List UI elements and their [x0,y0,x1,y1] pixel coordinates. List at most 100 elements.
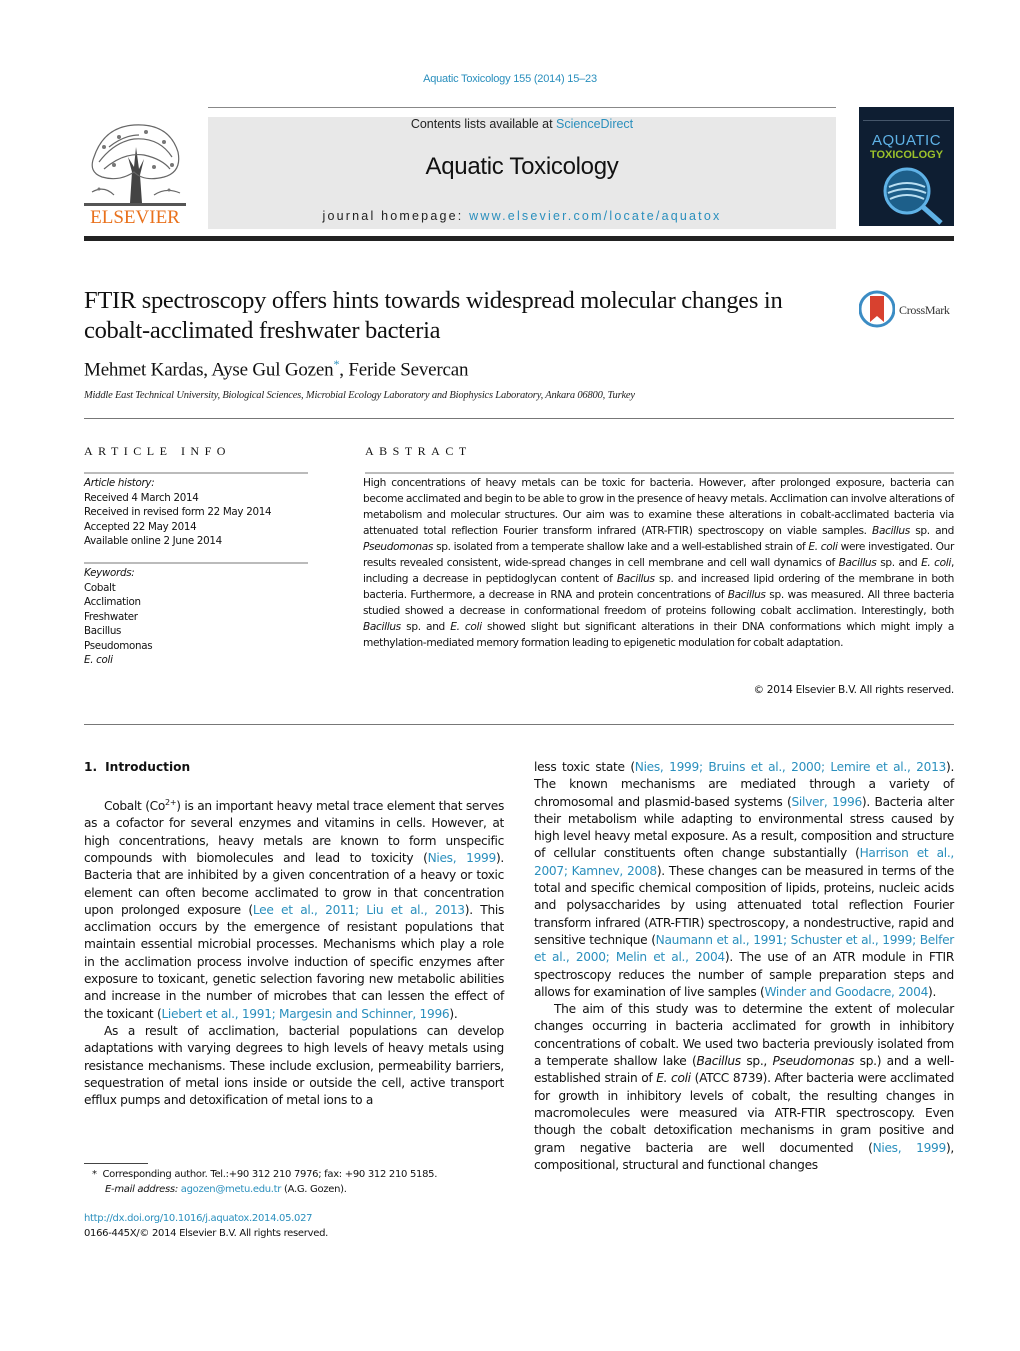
species-name: Pseudomonas [772,1054,855,1069]
history-item: Available online 2 June 2014 [84,535,222,547]
section-heading-introduction: 1. Introduction [84,760,198,774]
text-run: As a result of acclimation, bacterial po… [84,1023,504,1108]
doi-block: http://dx.doi.org/10.1016/j.aquatox.2014… [84,1211,328,1241]
species-name: E. coli [921,557,951,569]
text-run: ). [928,984,937,999]
divider [84,418,954,419]
homepage-line: journal homepage: www.elsevier.com/locat… [208,209,836,223]
text-run: sp. and [909,525,954,537]
species-name: Pseudomonas [363,541,434,553]
history-item: Received 4 March 2014 [84,491,199,504]
author-email-link[interactable]: agozen@metu.edu.tr [181,1184,282,1195]
elsevier-logo[interactable]: ELSEVIER [84,117,186,229]
body-paragraph: Cobalt (Co2+) is an important heavy meta… [84,794,504,1023]
author-name[interactable]: Mehmet Kardas [84,359,203,380]
species-name: E. coli [450,621,482,633]
journal-citation-link[interactable]: Aquatic Toxicology 155 (2014) 15–23 [0,73,1020,85]
species-name: Bacillus [616,573,655,585]
author-name[interactable]: Ayse Gul Gozen [211,359,333,380]
cover-title-aquatic: AQUATIC [871,132,942,149]
citation-link[interactable]: Liebert et al., 1991; Margesin and Schin… [161,1007,449,1021]
keyword: Pseudomonas [84,639,153,652]
author-name[interactable]: Feride Severcan [348,359,468,380]
body-column-left: Cobalt (Co2+) is an important heavy meta… [84,794,504,1109]
cover-header-strip [863,111,950,121]
text-run: ). This acclimation occurs by the emerge… [84,902,505,1021]
text-run: sp. and [876,557,922,569]
text-run: Cobalt (Co [104,799,166,814]
article-title: FTIR spectroscopy offers hints towards w… [84,287,783,344]
abstract-heading: ABSTRACT [365,444,472,458]
abstract-copyright: © 2014 Elsevier B.V. All rights reserved… [753,684,954,696]
email-label: E-mail address: [105,1184,181,1195]
keyword: Bacillus [84,625,122,637]
citation-link[interactable]: Nies, 1999 [873,1141,947,1155]
abstract-text: High concentrations of heavy metals can … [363,475,954,651]
citation-link[interactable]: Winder and Goodacre, 2004 [764,985,928,999]
citation-link[interactable]: Silver, 1996 [792,795,863,809]
history-label: Article history: [84,477,155,489]
doi-link[interactable]: http://dx.doi.org/10.1016/j.aquatox.2014… [84,1211,328,1226]
homepage-link[interactable]: www.elsevier.com/locate/aquatox [469,209,721,223]
section-number: 1. [84,760,98,774]
crossmark-label: CrossMark [899,303,950,317]
header-rule [208,107,836,108]
text-run: ). [449,1006,458,1021]
affiliation: Middle East Technical University, Biolog… [84,390,635,401]
cover-title-toxicology: TOXICOLOGY [869,149,944,161]
author-separator: , [339,359,349,381]
sciencedirect-link[interactable]: ScienceDirect [556,117,633,131]
citation-link[interactable]: Nies, 1999 [428,851,497,865]
email-suffix: (A.G. Gozen). [281,1184,347,1195]
magnifier-icon [883,167,943,225]
text-run: less toxic state ( [534,760,635,774]
homepage-label: journal homepage: [322,209,470,223]
text-run: High concentrations of heavy metals can … [363,477,954,537]
author-list: Mehmet Kardas, Ayse Gul Gozen*, Feride S… [84,357,468,381]
journal-title: Aquatic Toxicology [425,153,619,180]
body-paragraph: As a result of acclimation, bacterial po… [84,1023,504,1109]
divider [84,472,308,474]
journal-cover-image[interactable]: AQUATIC TOXICOLOGY [859,107,954,226]
body-column-right: less toxic state (Nies, 1999; Bruins et … [534,759,954,1174]
keywords-label: Keywords: [84,567,135,579]
species-name: Bacillus [872,525,910,537]
section-title: Introduction [105,760,191,774]
superscript: 2+ [165,798,177,807]
footnote-mark: * [92,1169,97,1180]
contents-line: Contents lists available at ScienceDirec… [208,117,836,131]
text-run: sp. isolated from a temperate shallow la… [433,541,809,553]
journal-masthead: Contents lists available at ScienceDirec… [208,117,836,229]
keyword: Cobalt [84,581,116,594]
keyword: Acclimation [84,596,141,608]
body-paragraph: less toxic state (Nies, 1999; Bruins et … [534,759,954,1001]
crossmark-icon [858,290,896,328]
crossmark-badge[interactable]: CrossMark [858,290,959,330]
divider [365,472,954,474]
citation-link[interactable]: Nies, 1999; Bruins et al., 2000; Lemire … [635,760,947,774]
elsevier-tree-icon [84,124,186,206]
corresponding-author-footnote: * Corresponding author. Tel.:+90 312 210… [92,1167,437,1197]
species-name: Bacillus [363,621,401,633]
history-item: Accepted 22 May 2014 [84,520,197,533]
species-name: Bacillus [727,589,766,601]
footnote-rule [84,1163,148,1164]
header-thick-rule [84,236,954,241]
elsevier-wordmark: ELSEVIER [90,207,180,228]
species-name: Bacillus [696,1054,741,1069]
species-name: Bacillus [838,557,877,569]
history-item: Received in revised form 22 May 2014 [84,506,272,518]
footnote-contact: Corresponding author. Tel.:+90 312 210 7… [102,1169,438,1180]
text-run: sp., [740,1054,773,1069]
body-paragraph: The aim of this study was to determine t… [534,1001,954,1174]
keyword: Freshwater [84,610,138,623]
keyword: E. coli [84,654,113,666]
article-info-heading: ARTICLE INFO [84,444,231,458]
issn-copyright: 0166-445X/© 2014 Elsevier B.V. All right… [84,1228,328,1239]
contents-label: Contents lists available at [410,117,557,131]
article-history: Article history: Received 4 March 2014 R… [84,476,272,549]
citation-link[interactable]: Lee et al., 2011; Liu et al., 2013 [253,903,465,917]
keywords: Keywords: Cobalt Acclimation Freshwater … [84,566,153,668]
species-name: E. coli [808,541,838,553]
divider [84,724,954,725]
